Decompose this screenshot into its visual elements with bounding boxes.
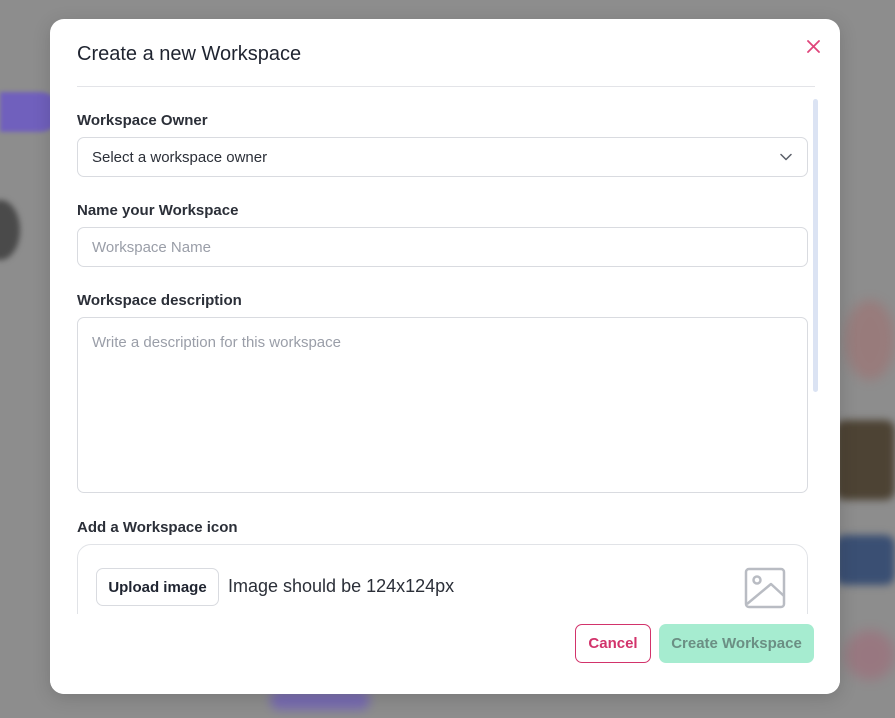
create-workspace-button[interactable]: Create Workspace — [659, 624, 814, 663]
owner-select[interactable]: Select a workspace owner — [77, 137, 808, 177]
backdrop-shape — [835, 535, 895, 585]
owner-select-value: Select a workspace owner — [92, 148, 268, 166]
workspace-description-textarea[interactable] — [77, 317, 808, 493]
modal-footer: Cancel Create Workspace — [50, 614, 840, 694]
create-workspace-modal: Create a new Workspace Workspace Owner S… — [50, 19, 840, 694]
upload-image-button[interactable]: Upload image — [96, 568, 219, 606]
form-scrollbar[interactable] — [813, 99, 818, 392]
name-label: Name your Workspace — [77, 202, 239, 219]
workspace-name-input[interactable] — [77, 227, 808, 267]
cancel-button[interactable]: Cancel — [575, 624, 651, 663]
icon-upload-label: Add a Workspace icon — [77, 519, 238, 536]
icon-upload-card: Upload image Image should be 124x124px — [77, 544, 808, 614]
close-button[interactable] — [804, 37, 822, 55]
header-divider — [77, 86, 815, 87]
owner-label: Workspace Owner — [77, 112, 208, 129]
backdrop-shape — [845, 300, 895, 380]
form-scroll-area[interactable]: Workspace Owner Select a workspace owner… — [77, 99, 812, 614]
close-icon — [806, 39, 820, 53]
chevron-down-icon — [779, 150, 793, 164]
backdrop-shape — [835, 420, 895, 500]
backdrop-shape — [845, 630, 895, 680]
description-label: Workspace description — [77, 292, 242, 309]
modal-title: Create a new Workspace — [77, 43, 302, 65]
upload-hint: Image should be 124x124px — [228, 576, 455, 596]
image-icon — [744, 567, 786, 609]
